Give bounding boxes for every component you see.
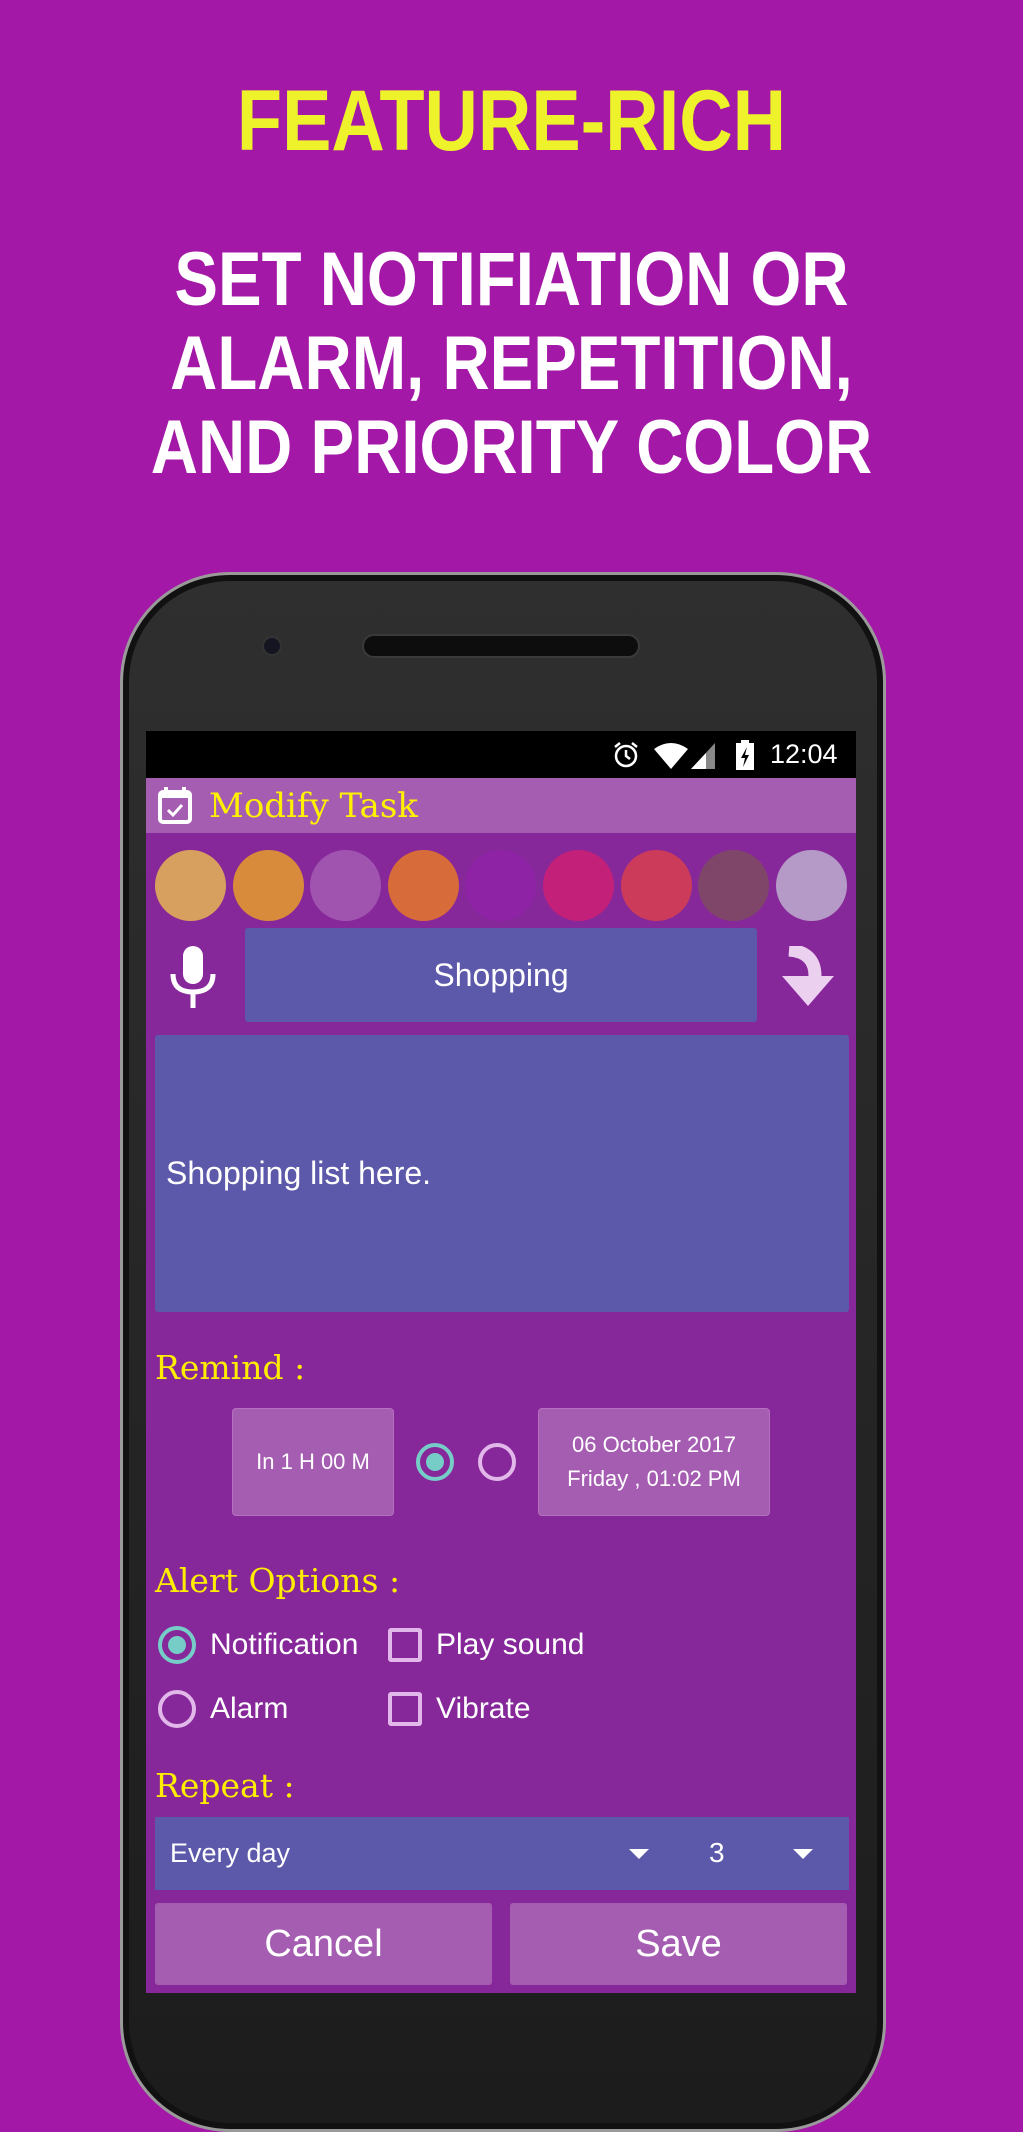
priority-color-9[interactable] (775, 850, 847, 921)
priority-color-3[interactable] (310, 850, 382, 921)
priority-color-2[interactable] (232, 850, 304, 921)
priority-color-7[interactable] (620, 850, 692, 921)
cancel-button[interactable]: Cancel (155, 1903, 492, 1985)
priority-color-6[interactable] (543, 850, 614, 921)
wifi-icon (654, 743, 688, 769)
priority-color-5[interactable] (465, 850, 537, 921)
calendar-check-icon (158, 787, 192, 824)
status-time: 12:04 (770, 739, 838, 769)
task-notes-textarea[interactable]: Shopping list here. (155, 1035, 849, 1312)
status-bar: 12:04 (146, 731, 856, 778)
play-sound-checkbox[interactable] (388, 1628, 422, 1662)
priority-color-1[interactable] (155, 850, 226, 921)
alarm-radio[interactable] (158, 1690, 196, 1728)
subtitle-line-1: SET NOTIFIATION OR (174, 237, 849, 322)
play-sound-label[interactable]: Play sound (436, 1628, 584, 1662)
repeat-label: Repeat : (155, 1766, 295, 1805)
signal-icon (691, 743, 715, 769)
reminder-day-time: Friday , 01:02 PM (567, 1466, 741, 1491)
screen-title: Modify Task (209, 786, 418, 826)
alarm-label[interactable]: Alarm (210, 1692, 288, 1726)
priority-color-8[interactable] (698, 850, 770, 921)
reminder-date: 06 October 2017 (572, 1432, 736, 1457)
date-time-button[interactable]: 06 October 2017 Friday , 01:02 PM (538, 1408, 770, 1516)
earpiece-speaker (362, 634, 640, 658)
remind-label: Remind : (155, 1348, 306, 1387)
repeat-count-dropdown[interactable]: 3 (675, 1817, 849, 1890)
repeat-count-value: 3 (709, 1837, 725, 1868)
vibrate-label[interactable]: Vibrate (436, 1692, 531, 1726)
curved-arrow-down-icon[interactable] (781, 946, 835, 1008)
repeat-frequency-value: Every day (170, 1838, 291, 1868)
app-screen: 12:04 Modify Task Shopping Shopping list… (146, 731, 856, 1993)
alarm-icon (614, 742, 638, 768)
task-name-input[interactable]: Shopping (245, 928, 757, 1022)
front-camera (262, 636, 282, 656)
microphone-icon[interactable] (168, 946, 218, 1010)
repeat-frequency-dropdown[interactable]: Every day (155, 1817, 655, 1890)
relative-time-radio[interactable] (416, 1443, 454, 1481)
title-bar: Modify Task (146, 778, 856, 833)
chevron-down-icon (629, 1849, 649, 1859)
subtitle-line-3: AND PRIORITY COLOR (150, 405, 873, 490)
notification-label[interactable]: Notification (210, 1628, 358, 1662)
subtitle-line-2: ALARM, REPETITION, (170, 321, 853, 406)
save-button[interactable]: Save (510, 1903, 847, 1985)
repeat-bar: Every day 3 (155, 1817, 849, 1890)
chevron-down-icon (793, 1849, 813, 1859)
headline: FEATURE-RICH (236, 73, 787, 169)
vibrate-checkbox[interactable] (388, 1692, 422, 1726)
alert-options-label: Alert Options : (155, 1561, 401, 1600)
absolute-time-radio[interactable] (478, 1443, 516, 1481)
priority-color-4[interactable] (387, 850, 459, 921)
battery-charging-icon (736, 740, 754, 770)
notification-radio[interactable] (158, 1626, 196, 1664)
relative-time-button[interactable]: In 1 H 00 M (232, 1408, 394, 1516)
